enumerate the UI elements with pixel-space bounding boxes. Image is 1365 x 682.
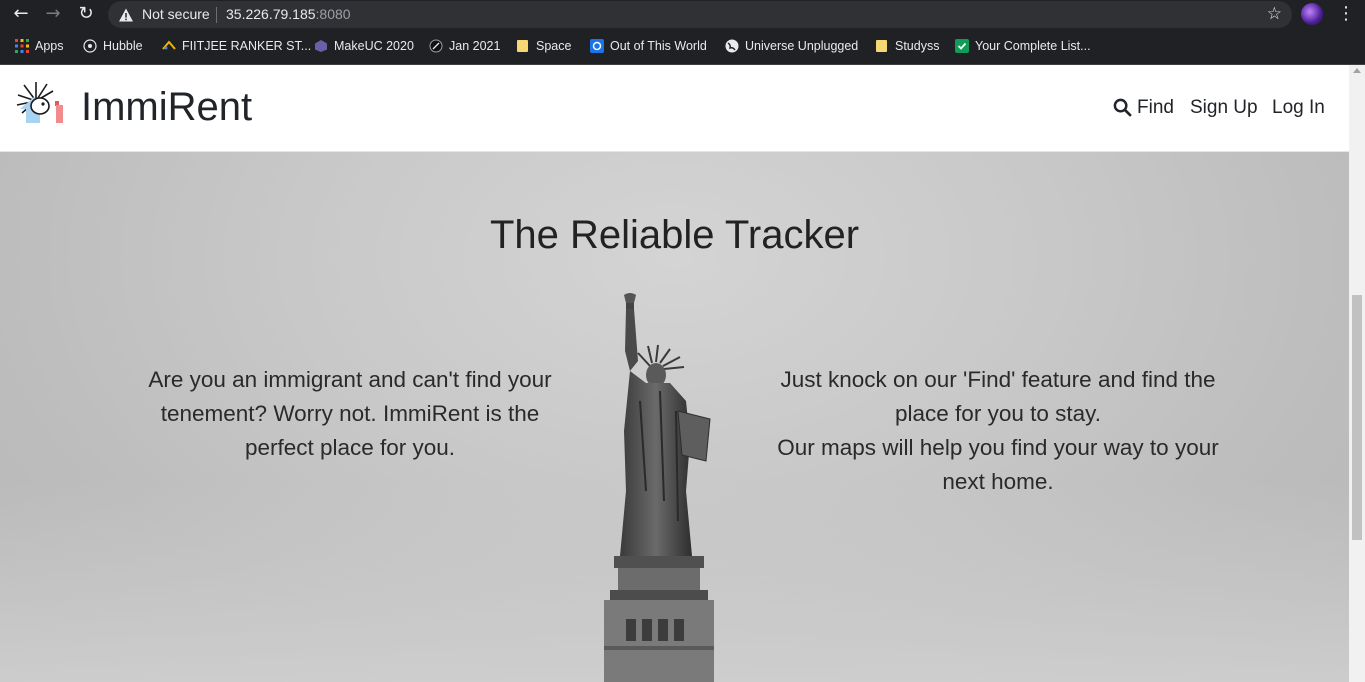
bookmark-label: Universe Unplugged: [745, 38, 859, 53]
profile-avatar[interactable]: [1301, 3, 1323, 25]
bookmark-label: Out of This World: [610, 38, 707, 53]
hero-left-text: Are you an immigrant and can't find your…: [148, 367, 552, 460]
bookmark-studyss[interactable]: Studyss: [875, 29, 939, 62]
scroll-up-icon[interactable]: [1353, 68, 1361, 73]
apps-grid-icon: [15, 38, 29, 53]
bookmark-makeuc[interactable]: MakeUC 2020: [314, 29, 414, 62]
warning-icon[interactable]: [118, 7, 134, 23]
bookmark-label: Hubble: [103, 38, 143, 53]
hero-right-line2: Our maps will help you find your way to …: [777, 435, 1219, 494]
statue-of-liberty-image: [604, 293, 714, 682]
nav-signup-link[interactable]: Sign Up: [1190, 97, 1258, 119]
omnibox-divider: [216, 7, 217, 23]
menu-icon[interactable]: ⋮: [1337, 3, 1355, 24]
bookmark-fiitjee[interactable]: FIITJEE RANKER ST...: [162, 29, 311, 62]
bookmark-label: Space: [536, 38, 572, 53]
fiitjee-icon: [162, 39, 176, 50]
url-host: 35.226.79.185: [226, 6, 316, 22]
hero-title: The Reliable Tracker: [489, 213, 860, 257]
hero-right-text: Just knock on our 'Find' feature and fin…: [775, 363, 1221, 499]
scroll-thumb[interactable]: [1352, 295, 1362, 540]
immirent-logo-icon[interactable]: [16, 81, 70, 131]
folder-icon: [517, 39, 528, 52]
reload-icon[interactable]: ↻: [74, 3, 98, 25]
bookmark-hubble[interactable]: Hubble: [83, 29, 143, 62]
nav-find-link[interactable]: Find: [1137, 97, 1174, 119]
nav-login-link[interactable]: Log In: [1272, 97, 1325, 119]
jan-icon: [429, 39, 443, 52]
address-bar[interactable]: Not secure 35.226.79.185:8080 ☆: [108, 1, 1292, 28]
back-icon[interactable]: ←: [9, 3, 33, 25]
web-page: ImmiRent Find Sign Up Log In The Reliabl…: [0, 65, 1349, 682]
bookmark-out-of-this-world[interactable]: Out of This World: [590, 29, 707, 62]
makeuc-icon: [315, 39, 327, 52]
bookmark-label: Studyss: [895, 38, 940, 53]
bookmark-label: MakeUC 2020: [334, 38, 414, 53]
check-icon: [955, 38, 969, 53]
hero-section: The Reliable Tracker Are you an immigran…: [0, 151, 1349, 682]
bookmark-label: FIITJEE RANKER ST...: [182, 38, 312, 53]
bookmarks-bar: Apps Hubble FIITJEE RANKER ST... MakeUC …: [0, 29, 1365, 65]
url-port: :8080: [315, 6, 351, 22]
hubble-icon: [83, 38, 97, 53]
site-navbar: ImmiRent Find Sign Up Log In: [0, 65, 1349, 151]
page-scrollbar[interactable]: [1349, 65, 1365, 682]
hero-right-line1: Just knock on our 'Find' feature and fin…: [780, 367, 1216, 426]
bookmark-apps[interactable]: Apps: [15, 29, 64, 62]
browser-toolbar: ← → ↻ Not secure 35.226.79.185:8080 ☆ ⋮: [0, 0, 1365, 29]
folder-icon: [876, 39, 887, 52]
security-label[interactable]: Not secure: [142, 6, 210, 22]
bookmark-your-complete-list[interactable]: Your Complete List...: [955, 29, 1091, 62]
otw-icon: [590, 38, 604, 53]
forward-icon[interactable]: →: [41, 3, 65, 25]
search-icon[interactable]: [1113, 98, 1132, 117]
star-icon[interactable]: ☆: [1267, 4, 1282, 24]
bookmark-space[interactable]: Space: [516, 29, 571, 62]
bookmark-label: Jan 2021: [449, 38, 501, 53]
globe-icon: [725, 39, 739, 52]
bookmark-label: Your Complete List...: [975, 38, 1091, 53]
brand-name[interactable]: ImmiRent: [81, 85, 252, 130]
bookmark-universe-unplugged[interactable]: Universe Unplugged: [725, 29, 858, 62]
url-text[interactable]: 35.226.79.185:8080: [226, 6, 351, 22]
bookmark-jan-2021[interactable]: Jan 2021: [429, 29, 500, 62]
bookmark-label: Apps: [35, 38, 64, 53]
